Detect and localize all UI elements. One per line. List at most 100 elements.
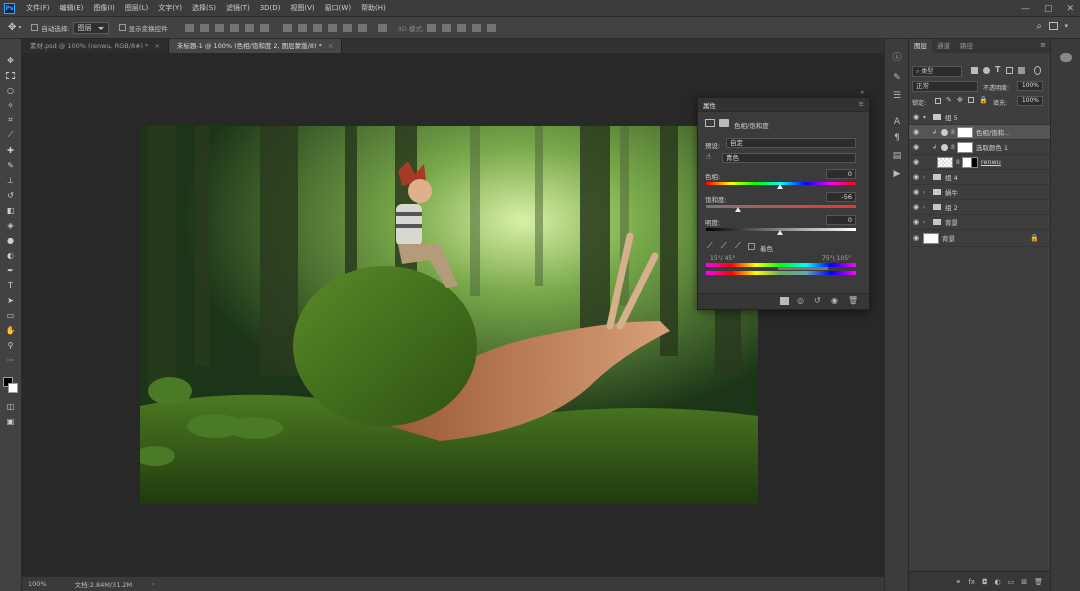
search-icon[interactable]: ⌕ xyxy=(1036,21,1042,32)
cloud-icon[interactable] xyxy=(1060,53,1072,62)
chevron-right-icon[interactable]: › xyxy=(923,204,931,211)
menu-image[interactable]: 图像(I) xyxy=(88,3,120,13)
zoom-tool-icon[interactable]: ⚲ xyxy=(4,340,17,350)
maximize-icon[interactable]: ▢ xyxy=(1044,4,1053,14)
path-selection-tool-icon[interactable]: ➤ xyxy=(4,295,17,305)
align-right-icon[interactable] xyxy=(259,23,269,32)
menu-type[interactable]: 文字(Y) xyxy=(153,3,187,13)
hand-target-icon[interactable]: ☝ xyxy=(706,152,711,161)
tab-document-2[interactable]: 未标题-1 @ 100% (色相/饱和度 2, 图层蒙版/8) * × xyxy=(168,39,343,53)
panel-menu-icon[interactable]: ≡ xyxy=(1040,41,1046,49)
chevron-right-icon[interactable]: › xyxy=(923,189,931,196)
eyedropper-minus-icon[interactable]: ⟋ xyxy=(735,241,741,251)
move-tool-icon[interactable]: ✥ xyxy=(4,55,17,65)
menu-window[interactable]: 窗口(W) xyxy=(320,3,356,13)
menu-layer[interactable]: 图层(L) xyxy=(120,3,153,13)
adjustment-icon[interactable]: ◐ xyxy=(995,578,1001,586)
trash-icon[interactable]: 🗑 xyxy=(848,296,858,305)
filter-toggle-icon[interactable] xyxy=(1034,66,1041,75)
color-range-selector[interactable] xyxy=(778,267,828,270)
document-canvas[interactable] xyxy=(140,126,758,504)
lasso-tool-icon[interactable]: ○ xyxy=(4,85,17,95)
new-layer-icon[interactable]: ⊞ xyxy=(1021,578,1027,586)
quick-mask-icon[interactable]: ◫ xyxy=(4,401,17,411)
menu-filter[interactable]: 滤镜(T) xyxy=(221,3,255,13)
eraser-tool-icon[interactable]: ◧ xyxy=(4,205,17,215)
panel-menu-icon[interactable]: ≡ xyxy=(859,100,864,108)
blend-mode-dropdown[interactable]: 正常 xyxy=(912,81,978,92)
filter-shape-icon[interactable] xyxy=(1006,67,1013,74)
layer-mask-thumb[interactable] xyxy=(956,126,973,138)
eye-icon[interactable]: ◉ xyxy=(909,203,923,211)
folder-icon[interactable]: ▭ xyxy=(1008,578,1015,586)
collapse-icon[interactable]: « xyxy=(860,89,864,96)
colorize-checkbox[interactable] xyxy=(748,243,755,250)
fx-icon[interactable]: fx xyxy=(968,578,975,586)
link-icon[interactable]: ⚭ xyxy=(955,578,961,586)
saturation-slider-handle[interactable] xyxy=(735,207,741,212)
3d-slide-icon[interactable] xyxy=(472,23,482,32)
libraries-icon[interactable]: ▤ xyxy=(891,151,903,162)
info-icon[interactable]: ⓘ xyxy=(891,53,903,64)
chevron-right-icon[interactable]: › xyxy=(152,580,155,588)
chevron-down-icon[interactable]: ▾ xyxy=(18,24,21,31)
adjustments-icon[interactable]: ☰ xyxy=(891,91,903,102)
show-transform-checkbox[interactable] xyxy=(118,24,126,31)
eye-icon[interactable]: ◉ xyxy=(909,234,923,242)
eye-icon[interactable]: ◉ xyxy=(909,218,923,226)
play-icon[interactable]: ▶ xyxy=(891,169,903,180)
distribute-hcenter-icon[interactable] xyxy=(342,23,352,32)
type-tool-icon[interactable]: T xyxy=(4,280,17,290)
distribute-bottom-icon[interactable] xyxy=(312,23,322,32)
menu-select[interactable]: 选择(S) xyxy=(187,3,221,13)
chevron-down-icon[interactable]: ▾ xyxy=(923,114,931,121)
channel-dropdown[interactable]: 青色 xyxy=(722,153,856,163)
align-hcenter-icon[interactable] xyxy=(244,23,254,32)
clone-stamp-tool-icon[interactable]: ⊥ xyxy=(4,175,17,185)
paint-bucket-tool-icon[interactable]: ◈ xyxy=(4,220,17,230)
trash-icon[interactable]: 🗑 xyxy=(1034,578,1043,586)
eye-icon[interactable]: ◉ xyxy=(909,158,923,166)
hue-slider-handle[interactable] xyxy=(777,184,783,189)
layer-mask-thumb[interactable] xyxy=(961,156,978,168)
visibility-icon[interactable]: ◉ xyxy=(831,296,838,305)
view-previous-icon[interactable]: ◎ xyxy=(797,296,804,305)
filter-type-icon[interactable]: T xyxy=(995,65,1000,74)
layer-row-group-4[interactable]: ◉ › 组 4 xyxy=(909,170,1051,185)
pen-tool-icon[interactable]: ✒ xyxy=(4,265,17,275)
chevron-right-icon[interactable]: › xyxy=(923,219,931,226)
close-icon[interactable]: ✕ xyxy=(1066,4,1074,14)
chevron-right-icon[interactable]: › xyxy=(923,174,931,181)
clip-to-layer-icon[interactable] xyxy=(780,297,789,305)
eye-icon[interactable]: ◉ xyxy=(909,188,923,196)
link-icon[interactable]: 8 xyxy=(951,129,955,136)
layer-filter-dropdown[interactable]: ⌕ 类型 xyxy=(912,66,962,77)
brush-settings-icon[interactable]: ✎ xyxy=(891,73,903,84)
auto-align-icon[interactable] xyxy=(377,23,387,32)
workspace-icon[interactable] xyxy=(1049,22,1058,30)
eye-icon[interactable]: ◉ xyxy=(909,143,923,151)
doc-size-readout[interactable]: 文档:2.84M/31.2M xyxy=(75,579,133,589)
mask-icon[interactable]: ◘ xyxy=(982,578,988,586)
reset-icon[interactable]: ↺ xyxy=(814,296,821,305)
layer-row-group-5[interactable]: ◉ ▾ 组 5 xyxy=(909,110,1051,125)
zoom-readout[interactable]: 100% xyxy=(28,580,47,588)
layer-row-hue-saturation[interactable]: ◉ ↲ 8 色相/饱和... xyxy=(909,125,1051,140)
tab-document-1[interactable]: 素材.psd @ 100% (renwu, RGB/8#) * × xyxy=(22,39,169,53)
link-icon[interactable]: 8 xyxy=(956,159,960,166)
lock-icon[interactable]: 🔒 xyxy=(1030,234,1039,242)
lock-position-icon[interactable]: ✥ xyxy=(957,96,963,104)
lock-transparency-icon[interactable] xyxy=(935,98,941,104)
menu-help[interactable]: 帮助(H) xyxy=(356,3,391,13)
layer-row-background-group[interactable]: ◉ › 背景 xyxy=(909,215,1051,230)
auto-select-checkbox[interactable] xyxy=(31,24,39,31)
marquee-tool-icon[interactable] xyxy=(4,70,17,80)
dodge-tool-icon[interactable]: ◐ xyxy=(4,250,17,260)
preset-dropdown[interactable]: 自定 xyxy=(726,138,856,148)
history-brush-tool-icon[interactable]: ↺ xyxy=(4,190,17,200)
menu-file[interactable]: 文件(F) xyxy=(21,3,55,13)
layer-mask-thumb[interactable] xyxy=(956,141,973,153)
menu-3d[interactable]: 3D(D) xyxy=(255,4,286,12)
menu-edit[interactable]: 编辑(E) xyxy=(55,3,89,13)
brush-tool-icon[interactable]: ✎ xyxy=(4,160,17,170)
